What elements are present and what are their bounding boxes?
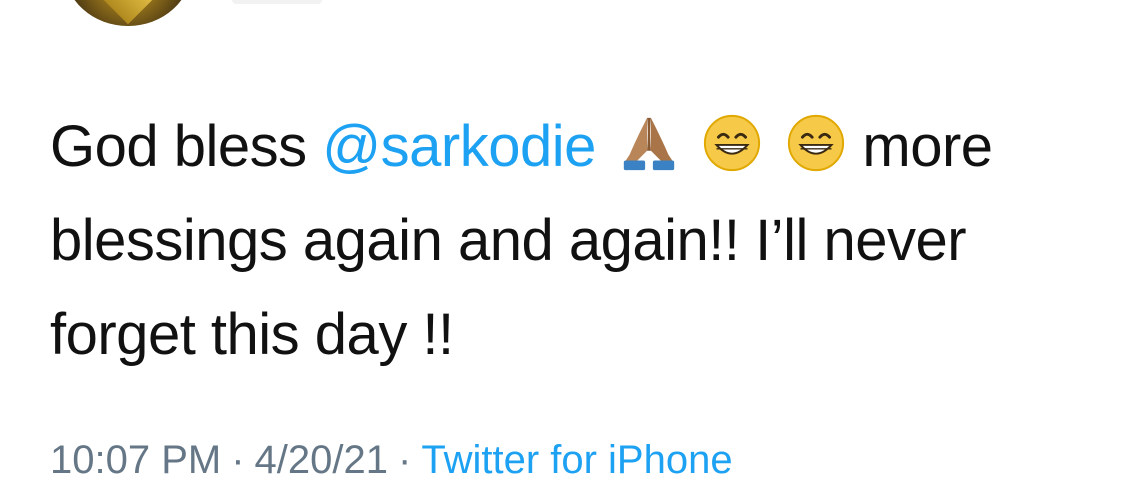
tweet-source-link[interactable]: Twitter for iPhone	[421, 438, 732, 482]
tweet-line-1: God bless @sarkodie more	[50, 100, 1070, 194]
tweet-line-2: blessings again and again!! I’ll never	[50, 208, 967, 273]
tweet-text: God bless @sarkodie more blessings again…	[50, 100, 1070, 382]
tweet-date[interactable]: 4/20/21	[255, 438, 388, 482]
meta-separator: ·	[398, 438, 412, 482]
tweet-line-3: forget this day !!	[50, 302, 454, 367]
meta-separator: ·	[231, 438, 245, 482]
mention-link[interactable]: @sarkodie	[322, 114, 596, 179]
grinning-face-icon	[701, 112, 763, 174]
folded-hands-icon	[618, 112, 680, 174]
tweet-time[interactable]: 10:07 PM	[50, 438, 221, 482]
tweet-text-after-emojis: more	[862, 114, 993, 179]
display-name-cutoff[interactable]	[232, 0, 322, 4]
grinning-face-icon	[785, 112, 847, 174]
tweet-text-prefix: God bless	[50, 114, 323, 179]
tweet-meta: 10:07 PM · 4/20/21 · Twitter for iPhone	[50, 438, 733, 483]
profile-avatar[interactable]	[64, 0, 192, 26]
